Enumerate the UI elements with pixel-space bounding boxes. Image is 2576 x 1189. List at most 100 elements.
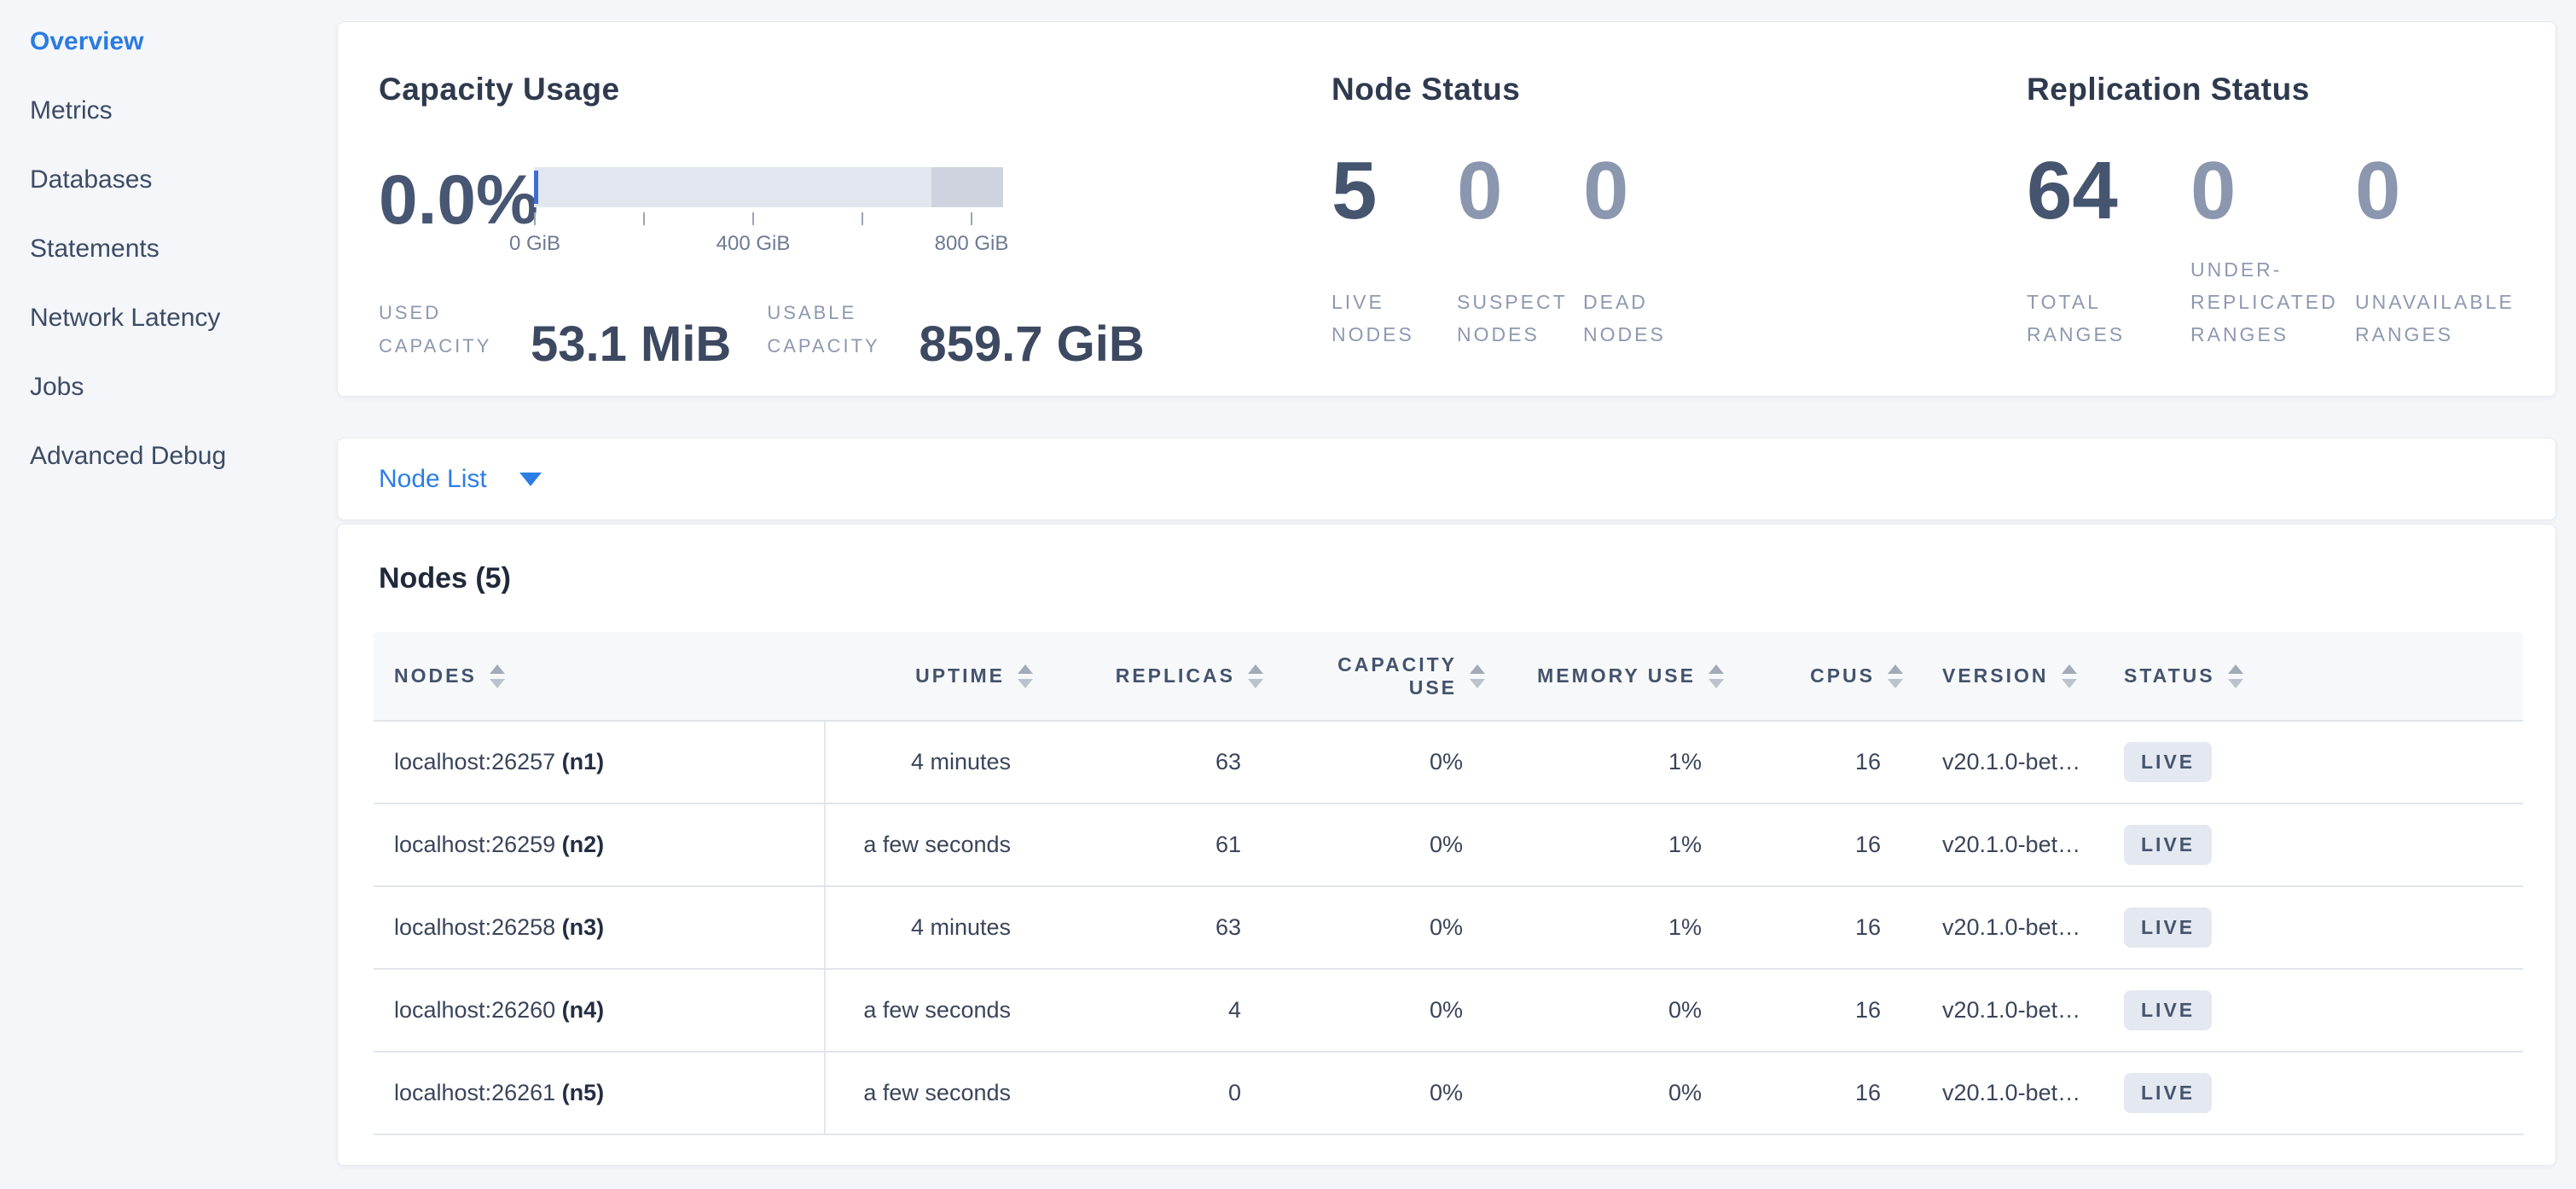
chevron-down-icon[interactable] — [519, 473, 542, 486]
column-header-uptime[interactable]: UPTIME — [825, 632, 1033, 721]
unavailable-ranges-label: UNAVAILABLE RANGES — [2355, 287, 2543, 351]
axis-label-800gib: 800 GiB — [935, 232, 1009, 256]
status-badge: LIVE — [2124, 825, 2212, 865]
sort-icon — [1018, 664, 1033, 688]
column-label: CPUS — [1810, 664, 1875, 687]
capacity-gauge-dark-segment — [931, 167, 1003, 207]
memory-use-cell: 1% — [1485, 803, 1724, 886]
version-cell: v20.1.0-bet… — [1903, 969, 2103, 1052]
column-header-status[interactable]: STATUS — [2103, 632, 2523, 721]
table-row: localhost:26257 (n1) 4 minutes 63 0% 1% … — [374, 721, 2523, 803]
live-nodes-label: LIVE NODES — [1332, 287, 1447, 351]
sort-icon — [1709, 664, 1724, 688]
usable-capacity-value: 859.7 GiB — [919, 320, 1144, 369]
status-badge: LIVE — [2124, 1073, 2212, 1113]
under-replicated-ranges-label: UNDER-REPLICATED RANGES — [2190, 254, 2357, 351]
unavailable-ranges-value: 0 — [2355, 150, 2400, 232]
axis-tick — [862, 212, 863, 225]
nodes-table: NODES UPTIME REPLICAS CAPACITY USE MEMOR… — [374, 632, 2523, 1135]
node-name-cell[interactable]: localhost:26259 (n2) — [374, 803, 825, 886]
version-cell: v20.1.0-bet… — [1903, 1052, 2103, 1134]
node-name-cell[interactable]: localhost:26261 (n5) — [374, 1052, 825, 1134]
version-cell: v20.1.0-bet… — [1903, 886, 2103, 969]
capacity-use-cell: 0% — [1263, 803, 1485, 886]
cpus-cell: 16 — [1724, 721, 1903, 803]
status-badge: LIVE — [2124, 742, 2212, 782]
column-header-capacity-use[interactable]: CAPACITY USE — [1263, 632, 1485, 721]
column-label: VERSION — [1942, 664, 2049, 687]
uptime-cell: a few seconds — [825, 803, 1033, 886]
total-ranges-value: 64 — [2027, 150, 2118, 232]
sidebar-item-metrics[interactable]: Metrics — [0, 76, 337, 145]
used-capacity-label: USED CAPACITY — [379, 297, 525, 369]
capacity-use-cell: 0% — [1263, 886, 1485, 969]
status-cell: LIVE — [2103, 803, 2523, 886]
memory-use-cell: 1% — [1485, 886, 1724, 969]
uptime-cell: a few seconds — [825, 1052, 1033, 1134]
capacity-gauge: 0 GiB 400 GiB 800 GiB — [534, 167, 1003, 207]
column-header-replicas[interactable]: REPLICAS — [1033, 632, 1263, 721]
cpus-cell: 16 — [1724, 803, 1903, 886]
uptime-cell: 4 minutes — [825, 886, 1033, 969]
column-header-nodes[interactable]: NODES — [374, 632, 825, 721]
status-cell: LIVE — [2103, 886, 2523, 969]
capacity-stats: USED CAPACITY 53.1 MiB USABLE CAPACITY 8… — [379, 297, 1145, 369]
sidebar-item-databases[interactable]: Databases — [0, 145, 337, 214]
node-list-dropdown[interactable]: Node List — [379, 465, 487, 494]
sort-icon — [1470, 664, 1485, 688]
axis-label-400gib: 400 GiB — [717, 232, 791, 256]
column-header-cpus[interactable]: CPUS — [1724, 632, 1903, 721]
replicas-cell: 61 — [1033, 803, 1263, 886]
column-label: STATUS — [2124, 664, 2215, 687]
suspect-nodes-value: 0 — [1457, 150, 1502, 232]
axis-label-0gib: 0 GiB — [509, 232, 560, 256]
table-row: localhost:26260 (n4) a few seconds 4 0% … — [374, 969, 2523, 1052]
column-header-memory-use[interactable]: MEMORY USE — [1485, 632, 1724, 721]
sidebar-item-overview[interactable]: Overview — [0, 7, 337, 76]
sort-icon — [490, 664, 505, 688]
node-name-cell[interactable]: localhost:26257 (n1) — [374, 721, 825, 803]
dead-nodes-value: 0 — [1583, 150, 1628, 232]
table-row: localhost:26261 (n5) a few seconds 0 0% … — [374, 1052, 2523, 1134]
memory-use-cell: 1% — [1485, 721, 1724, 803]
capacity-use-cell: 0% — [1263, 969, 1485, 1052]
sidebar-item-jobs[interactable]: Jobs — [0, 352, 337, 421]
under-replicated-ranges-value: 0 — [2190, 150, 2236, 232]
column-label: UPTIME — [915, 664, 1005, 687]
sidebar-item-statements[interactable]: Statements — [0, 214, 337, 283]
memory-use-cell: 0% — [1485, 1052, 1724, 1134]
column-header-version[interactable]: VERSION — [1903, 632, 2103, 721]
status-badge: LIVE — [2124, 990, 2212, 1030]
node-name-cell[interactable]: localhost:26258 (n3) — [374, 886, 825, 969]
column-label: CAPACITY USE — [1329, 653, 1457, 699]
replicas-cell: 63 — [1033, 721, 1263, 803]
status-badge: LIVE — [2124, 908, 2212, 948]
capacity-use-cell: 0% — [1263, 1052, 1485, 1134]
view-selector-bar: Node List — [337, 438, 2556, 520]
sort-icon — [1888, 664, 1903, 688]
replicas-cell: 0 — [1033, 1052, 1263, 1134]
version-cell: v20.1.0-bet… — [1903, 721, 2103, 803]
dead-nodes-label: DEAD NODES — [1583, 287, 1694, 351]
node-name-cell[interactable]: localhost:26260 (n4) — [374, 969, 825, 1052]
sidebar-item-advanced-debug[interactable]: Advanced Debug — [0, 421, 337, 490]
replication-status-title: Replication Status — [2027, 72, 2310, 107]
column-label: MEMORY USE — [1537, 664, 1696, 687]
nodes-table-title: Nodes (5) — [379, 562, 511, 595]
sort-icon — [2062, 664, 2077, 688]
cpus-cell: 16 — [1724, 886, 1903, 969]
total-ranges-label: TOTAL RANGES — [2027, 287, 2155, 351]
sidebar-item-network-latency[interactable]: Network Latency — [0, 283, 337, 352]
axis-tick — [971, 212, 972, 225]
uptime-cell: a few seconds — [825, 969, 1033, 1052]
table-row: localhost:26259 (n2) a few seconds 61 0%… — [374, 803, 2523, 886]
capacity-gauge-used-marker — [534, 171, 538, 204]
status-cell: LIVE — [2103, 721, 2523, 803]
status-cell: LIVE — [2103, 1052, 2523, 1134]
axis-tick — [752, 212, 754, 225]
used-capacity-value: 53.1 MiB — [531, 320, 731, 369]
cpus-cell: 16 — [1724, 1052, 1903, 1134]
axis-tick — [643, 212, 645, 225]
axis-tick — [534, 212, 536, 225]
table-header-row: NODES UPTIME REPLICAS CAPACITY USE MEMOR… — [374, 632, 2523, 721]
